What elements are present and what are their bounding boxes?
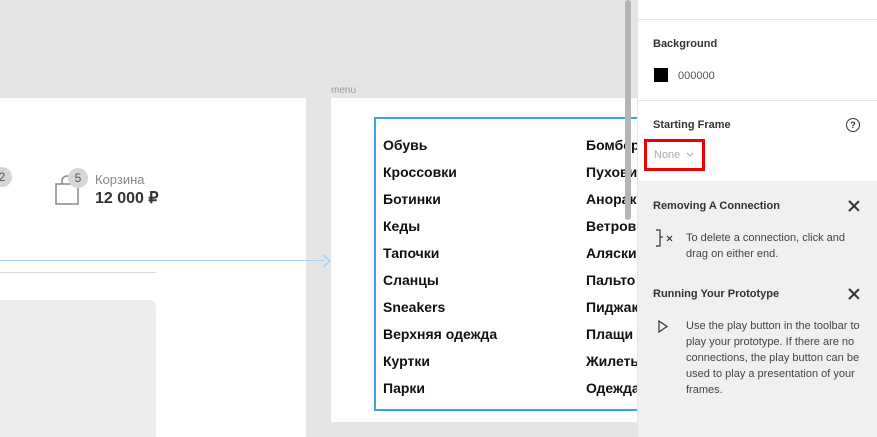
- cart-label: Корзина: [95, 172, 145, 187]
- menu-column-a: Обувь Кроссовки Ботинки Кеды Тапочки Сла…: [383, 136, 497, 406]
- close-icon[interactable]: [848, 288, 860, 300]
- canvas-scrollbar[interactable]: [625, 0, 631, 220]
- divider: [0, 272, 156, 273]
- menu-item[interactable]: Куртки: [383, 352, 497, 379]
- background-hex-value[interactable]: 000000: [678, 70, 715, 82]
- menu-item[interactable]: Sneakers: [383, 298, 497, 325]
- menu-item[interactable]: Жилеты: [586, 352, 637, 379]
- notification-badge: 2: [0, 167, 12, 187]
- menu-item[interactable]: Верхняя одежда: [383, 325, 497, 352]
- removing-connection-title: Removing A Connection: [653, 200, 780, 212]
- menu-item[interactable]: Кеды: [383, 217, 497, 244]
- menu-item[interactable]: Сланцы: [383, 271, 497, 298]
- background-title: Background: [653, 38, 718, 50]
- removing-connection-text: To delete a connection, click and drag o…: [686, 232, 845, 260]
- menu-item[interactable]: Ботинки: [383, 190, 497, 217]
- menu-item[interactable]: Кроссовки: [383, 163, 497, 190]
- menu-item[interactable]: Обувь: [383, 136, 497, 163]
- running-prototype-text: Use the play button in the toolbar to pl…: [686, 320, 860, 396]
- divider: [638, 19, 877, 20]
- frame-name-label[interactable]: menu: [331, 85, 356, 96]
- help-tips-area: Removing A Connection To delete a connec…: [638, 181, 877, 437]
- menu-item[interactable]: Пальто: [586, 271, 637, 298]
- menu-item[interactable]: Аляски: [586, 244, 637, 271]
- cart-badge: 5: [68, 168, 88, 188]
- menu-item[interactable]: Парки: [383, 379, 497, 406]
- close-icon[interactable]: [848, 200, 860, 212]
- menu-item[interactable]: Ветровк: [586, 217, 637, 244]
- menu-item[interactable]: Тапочки: [383, 244, 497, 271]
- menu-frame[interactable]: Обувь Кроссовки Ботинки Кеды Тапочки Сла…: [331, 98, 637, 422]
- content-placeholder: [0, 300, 156, 437]
- play-icon: [658, 320, 669, 333]
- help-icon[interactable]: ?: [846, 118, 860, 132]
- prototype-properties-panel: Background 000000 Starting Frame ? None …: [637, 0, 877, 437]
- menu-item[interactable]: Плащи: [586, 325, 637, 352]
- menu-item[interactable]: Пиджак: [586, 298, 637, 325]
- disconnect-icon: [656, 229, 673, 247]
- page-frame[interactable]: 2 5 Корзина 12 000 ₽: [0, 98, 306, 437]
- divider: [638, 100, 877, 101]
- menu-item[interactable]: Одежда: [586, 379, 637, 406]
- cart-price: 12 000 ₽: [95, 190, 159, 207]
- prototype-connection[interactable]: [0, 260, 325, 261]
- highlight-box: [644, 139, 705, 171]
- background-color-swatch[interactable]: [654, 68, 668, 82]
- design-canvas[interactable]: 2 5 Корзина 12 000 ₽ menu Обувь Кроссовк…: [0, 0, 637, 437]
- starting-frame-title: Starting Frame: [653, 119, 731, 131]
- running-prototype-title: Running Your Prototype: [653, 288, 780, 300]
